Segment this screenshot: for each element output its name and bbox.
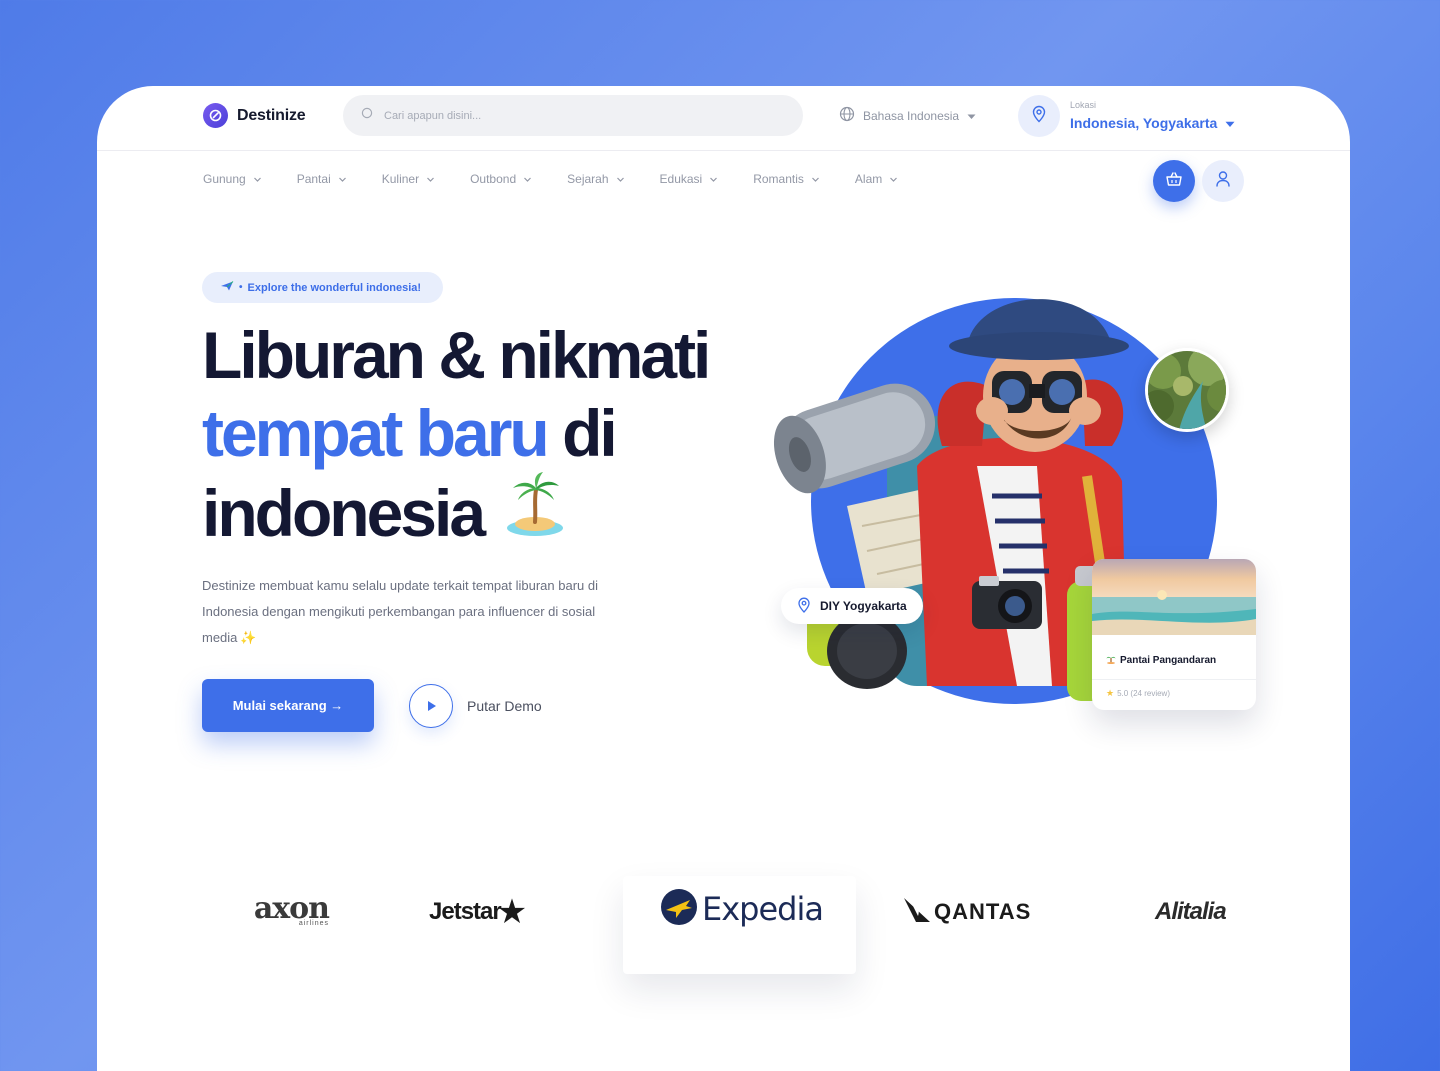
location-label: Lokasi: [1070, 100, 1097, 110]
nav-item-edukasi[interactable]: Edukasi: [660, 172, 719, 186]
star-icon: ★: [1106, 688, 1115, 698]
nav-item-pantai[interactable]: Pantai: [297, 172, 347, 186]
nav-item-label: Sejarah: [567, 172, 609, 186]
hero-description-text: Destinize membuat kamu selalu update ter…: [202, 578, 598, 645]
chevron-down-icon: [253, 177, 261, 182]
rating-text: 5.0 (24 review): [1117, 689, 1170, 698]
play-demo-button[interactable]: Putar Demo: [409, 684, 542, 728]
destination-card[interactable]: Pantai Pangandaran ★ 5.0 (24 review): [1092, 559, 1256, 710]
nav-item-sejarah[interactable]: Sejarah: [567, 172, 624, 186]
location-value: Indonesia, Yogyakarta: [1070, 115, 1218, 131]
chevron-down-icon: [427, 177, 435, 182]
jetstar-wordmark: Jetstar: [429, 898, 502, 925]
expedia-globe-icon: [660, 888, 698, 931]
nav-item-romantis[interactable]: Romantis: [753, 172, 820, 186]
top-bar: Destinize Bahasa Indonesia Lokasi Indone…: [97, 86, 1350, 151]
start-now-button[interactable]: Mulai sekarang →: [202, 679, 374, 732]
partner-logo-qantas: QANTAS: [902, 892, 1031, 932]
hero-headline: Liburan & nikmati tempat baru di indones…: [202, 316, 711, 554]
brand-logo[interactable]: Destinize: [203, 103, 306, 128]
partner-logos: axon airlines Jetstar ★ Expedia QANTAS A…: [97, 856, 1350, 976]
palm-icon: [1106, 654, 1116, 667]
headline-line-2-rest: di: [546, 396, 618, 470]
partner-logo-alitalia: Alitalia: [1155, 894, 1227, 930]
cart-button[interactable]: [1153, 160, 1195, 202]
chevron-down-icon: [338, 177, 346, 182]
nav-item-label: Outbond: [470, 172, 517, 186]
chevron-down-icon: [890, 177, 898, 182]
jungle-river-thumbnail[interactable]: [1145, 348, 1229, 432]
play-demo-label: Putar Demo: [467, 698, 542, 714]
nav-item-gunung[interactable]: Gunung: [203, 172, 262, 186]
palm-island-icon: [505, 472, 565, 554]
badge-text: Explore the wonderful indonesia!: [247, 281, 422, 294]
headline-line-1: Liburan & nikmati: [202, 318, 711, 392]
logo-icon: [203, 103, 228, 128]
headline-highlight: tempat baru: [202, 396, 550, 470]
chevron-down-icon: [524, 177, 532, 182]
star-icon: ★: [496, 893, 528, 931]
partner-logo-axon: axon airlines: [209, 890, 330, 930]
nav-item-label: Romantis: [753, 172, 804, 186]
caret-down-icon: [1225, 115, 1235, 131]
beach-image: [1092, 559, 1256, 635]
brand-name: Destinize: [237, 106, 306, 124]
nav-item-outbond[interactable]: Outbond: [470, 172, 532, 186]
location-pin-icon: [797, 597, 811, 616]
search-icon: [361, 107, 374, 125]
play-icon: [409, 684, 453, 728]
location-pin-icon: [1031, 105, 1047, 128]
language-selector[interactable]: Bahasa Indonesia: [839, 106, 976, 125]
headline-line-3: indonesia: [202, 472, 708, 554]
hero-description: Destinize membuat kamu selalu update ter…: [202, 573, 622, 651]
kangaroo-icon: [902, 894, 934, 931]
hero-badge: • Explore the wonderful indonesia!: [202, 272, 444, 303]
partner-logo-expedia: Expedia: [660, 886, 824, 932]
airplane-icon: [220, 280, 234, 295]
nav-item-label: Edukasi: [659, 172, 703, 186]
category-nav: Gunung Pantai Kuliner Outbond Sejarah Ed…: [203, 172, 933, 186]
nav-item-label: Alam: [854, 172, 883, 186]
destination-name: Pantai Pangandaran: [1120, 655, 1217, 666]
app-window: Destinize Bahasa Indonesia Lokasi Indone…: [97, 86, 1350, 1071]
nav-item-label: Pantai: [296, 172, 331, 186]
chevron-down-icon: [710, 177, 718, 182]
nav-item-alam[interactable]: Alam: [855, 172, 898, 186]
location-pin-button[interactable]: [1018, 95, 1060, 137]
profile-button[interactable]: [1202, 160, 1244, 202]
dot-separator: •: [239, 282, 243, 293]
nav-item-label: Gunung: [203, 172, 246, 186]
sparkle-icon: ✨: [240, 630, 257, 645]
nav-item-kuliner[interactable]: Kuliner: [382, 172, 435, 186]
caret-down-icon: [967, 109, 976, 123]
location-chip-label: DIY Yogyakarta: [820, 599, 907, 613]
qantas-wordmark: QANTAS: [934, 899, 1032, 924]
user-icon: [1215, 170, 1231, 192]
headline-line-2: tempat baru di: [202, 394, 708, 472]
alitalia-wordmark: Alitalia: [1155, 898, 1227, 925]
destination-card-title: Pantai Pangandaran: [1092, 640, 1256, 667]
destination-rating: ★ 5.0 (24 review): [1092, 680, 1256, 699]
language-label: Bahasa Indonesia: [863, 108, 960, 123]
partner-logo-jetstar: Jetstar ★: [429, 892, 527, 932]
headline-line-3-text: indonesia: [202, 476, 486, 550]
chevron-down-icon: [811, 177, 819, 182]
location-chip[interactable]: DIY Yogyakarta: [781, 588, 923, 624]
nav-item-label: Kuliner: [381, 172, 420, 186]
basket-icon: [1165, 171, 1183, 192]
expedia-wordmark: Expedia: [702, 890, 824, 928]
location-selector[interactable]: Indonesia, Yogyakarta: [1070, 115, 1235, 131]
axon-subtitle: airlines: [298, 919, 329, 927]
globe-icon: [839, 106, 855, 125]
search-input[interactable]: [384, 109, 764, 122]
search-bar[interactable]: [343, 95, 803, 136]
chevron-down-icon: [616, 177, 624, 182]
